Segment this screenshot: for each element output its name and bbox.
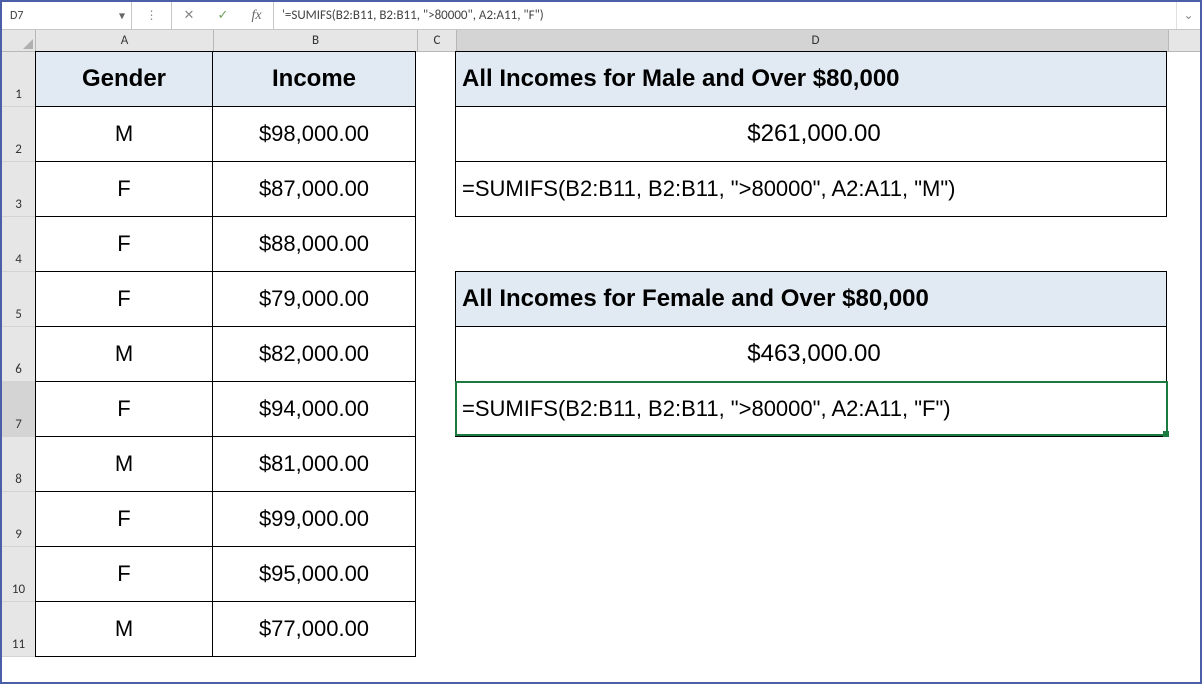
row-3: 3 F $87,000.00 =SUMIFS(B2:B11, B2:B11, "… xyxy=(2,162,1200,217)
cell-A5[interactable]: F xyxy=(35,271,213,327)
col-header-D[interactable]: D xyxy=(457,30,1169,51)
cell-D10[interactable] xyxy=(455,547,1167,602)
row-header-3[interactable]: 3 xyxy=(2,162,36,217)
cell-C1[interactable] xyxy=(416,52,455,107)
rows: 1 Gender Income All Incomes for Male and… xyxy=(2,52,1200,657)
row-11: 11 M $77,000.00 xyxy=(2,602,1200,657)
name-box[interactable]: D7 ▾ xyxy=(2,2,132,29)
cell-B3[interactable]: $87,000.00 xyxy=(212,161,416,217)
cell-A6[interactable]: M xyxy=(35,326,213,382)
cell-C7[interactable] xyxy=(416,382,455,437)
cell-C11[interactable] xyxy=(416,602,455,657)
accept-icon[interactable]: ✓ xyxy=(206,2,240,29)
cell-A9[interactable]: F xyxy=(35,491,213,547)
col-header-C[interactable]: C xyxy=(418,30,457,51)
row-9: 9 F $99,000.00 xyxy=(2,492,1200,547)
cell-C9[interactable] xyxy=(416,492,455,547)
cell-C6[interactable] xyxy=(416,327,455,382)
cell-B6[interactable]: $82,000.00 xyxy=(212,326,416,382)
cell-A4[interactable]: F xyxy=(35,216,213,272)
cell-D3[interactable]: =SUMIFS(B2:B11, B2:B11, ">80000", A2:A11… xyxy=(455,161,1167,217)
cell-D2[interactable]: $261,000.00 xyxy=(455,106,1167,162)
row-header-6[interactable]: 6 xyxy=(2,327,36,382)
chevron-down-icon[interactable]: ▾ xyxy=(119,8,125,23)
cell-B10[interactable]: $95,000.00 xyxy=(212,546,416,602)
cell-B7[interactable]: $94,000.00 xyxy=(212,381,416,437)
cell-B2[interactable]: $98,000.00 xyxy=(212,106,416,162)
cell-B8[interactable]: $81,000.00 xyxy=(212,436,416,492)
cell-C8[interactable] xyxy=(416,437,455,492)
cell-D5[interactable]: All Incomes for Female and Over $80,000 xyxy=(455,271,1167,327)
cell-C10[interactable] xyxy=(416,547,455,602)
cell-D6[interactable]: $463,000.00 xyxy=(455,326,1167,382)
cell-A11[interactable]: M xyxy=(35,601,213,657)
formula-text: '=SUMIFS(B2:B11, B2:B11, ">80000", A2:A1… xyxy=(282,8,544,23)
fx-icon[interactable]: fx xyxy=(240,2,274,29)
cell-C3[interactable] xyxy=(416,162,455,217)
select-all-corner[interactable] xyxy=(2,30,36,51)
cell-D4[interactable] xyxy=(455,217,1167,272)
column-headers: A B C D xyxy=(2,30,1200,52)
cell-A10[interactable]: F xyxy=(35,546,213,602)
cancel-icon[interactable]: ✕ xyxy=(172,2,206,29)
row-8: 8 M $81,000.00 xyxy=(2,437,1200,492)
cell-C4[interactable] xyxy=(416,217,455,272)
cell-C2[interactable] xyxy=(416,107,455,162)
row-header-11[interactable]: 11 xyxy=(2,602,36,657)
cell-B9[interactable]: $99,000.00 xyxy=(212,491,416,547)
formula-bar: D7 ▾ ⋮ ✕ ✓ fx '=SUMIFS(B2:B11, B2:B11, "… xyxy=(2,2,1200,30)
row-header-7[interactable]: 7 xyxy=(2,382,36,437)
col-header-B[interactable]: B xyxy=(214,30,418,51)
cell-D7[interactable]: =SUMIFS(B2:B11, B2:B11, ">80000", A2:A11… xyxy=(455,381,1167,437)
cell-D1[interactable]: All Incomes for Male and Over $80,000 xyxy=(455,51,1167,107)
spreadsheet-grid: A B C D 1 Gender Income All Incomes for … xyxy=(2,30,1200,657)
col-header-A[interactable]: A xyxy=(36,30,214,51)
cell-A2[interactable]: M xyxy=(35,106,213,162)
cell-D11[interactable] xyxy=(455,602,1167,657)
cell-B5[interactable]: $79,000.00 xyxy=(212,271,416,327)
cell-A8[interactable]: M xyxy=(35,436,213,492)
cell-B4[interactable]: $88,000.00 xyxy=(212,216,416,272)
cell-D9[interactable] xyxy=(455,492,1167,547)
name-box-value: D7 xyxy=(10,9,23,23)
row-header-1[interactable]: 1 xyxy=(2,52,36,107)
cell-C5[interactable] xyxy=(416,272,455,327)
row-header-10[interactable]: 10 xyxy=(2,547,36,602)
cell-B11[interactable]: $77,000.00 xyxy=(212,601,416,657)
row-header-4[interactable]: 4 xyxy=(2,217,36,272)
row-5: 5 F $79,000.00 All Incomes for Female an… xyxy=(2,272,1200,327)
expand-formula-icon[interactable]: ⌄ xyxy=(1176,2,1200,29)
row-header-5[interactable]: 5 xyxy=(2,272,36,327)
formula-input[interactable]: '=SUMIFS(B2:B11, B2:B11, ">80000", A2:A1… xyxy=(274,2,1176,29)
row-header-2[interactable]: 2 xyxy=(2,107,36,162)
cell-A1[interactable]: Gender xyxy=(35,51,213,107)
cell-A7[interactable]: F xyxy=(35,381,213,437)
row-header-8[interactable]: 8 xyxy=(2,437,36,492)
row-2: 2 M $98,000.00 $261,000.00 xyxy=(2,107,1200,162)
options-icon[interactable]: ⋮ xyxy=(132,2,172,29)
row-1: 1 Gender Income All Incomes for Male and… xyxy=(2,52,1200,107)
row-10: 10 F $95,000.00 xyxy=(2,547,1200,602)
row-6: 6 M $82,000.00 $463,000.00 xyxy=(2,327,1200,382)
cell-B1[interactable]: Income xyxy=(212,51,416,107)
cell-A3[interactable]: F xyxy=(35,161,213,217)
cell-D8[interactable] xyxy=(455,437,1167,492)
row-4: 4 F $88,000.00 xyxy=(2,217,1200,272)
row-header-9[interactable]: 9 xyxy=(2,492,36,547)
row-7: 7 F $94,000.00 =SUMIFS(B2:B11, B2:B11, "… xyxy=(2,382,1200,437)
